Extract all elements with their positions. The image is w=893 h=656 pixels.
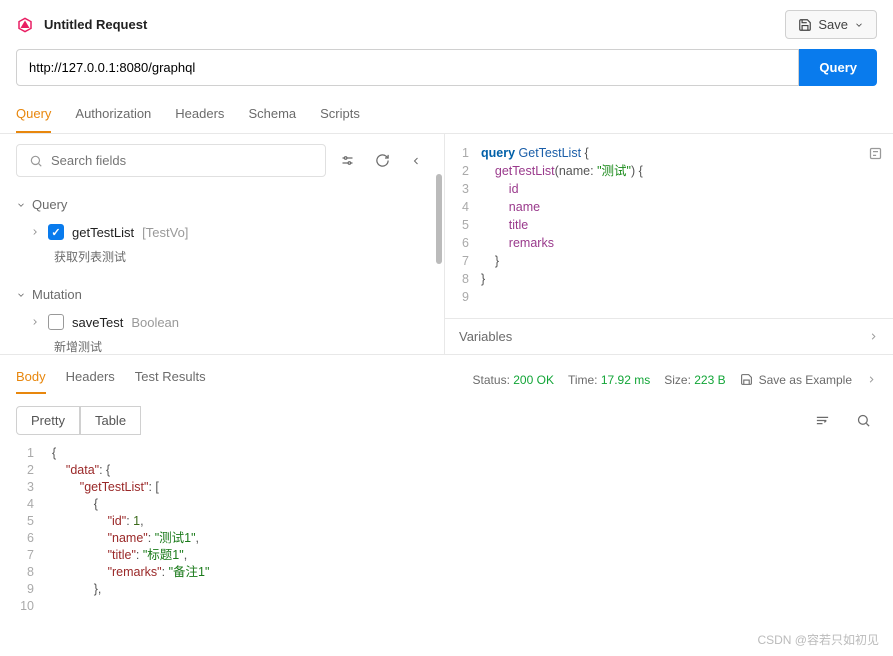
item-type: Boolean <box>131 315 179 330</box>
chevron-down-icon <box>16 200 26 210</box>
mutation-header[interactable]: Mutation <box>16 281 428 308</box>
schema-item-savetest[interactable]: saveTest Boolean <box>16 308 428 336</box>
save-example-label: Save as Example <box>759 373 852 387</box>
prettify-icon[interactable] <box>868 146 883 161</box>
save-button[interactable]: Save <box>785 10 877 39</box>
save-icon <box>798 18 812 32</box>
resp-line-gutter: 12345678910 <box>16 445 44 615</box>
size-value: 223 B <box>694 373 725 387</box>
header-bar: Untitled Request Save <box>0 0 893 49</box>
tab-authorization[interactable]: Authorization <box>75 98 151 133</box>
variables-bar[interactable]: Variables <box>445 318 893 354</box>
resp-tab-body[interactable]: Body <box>16 365 46 394</box>
view-tab-pretty[interactable]: Pretty <box>16 406 80 435</box>
resp-code-area[interactable]: { "data": { "getTestList": [ { "id": 1, … <box>44 445 877 615</box>
search-input[interactable] <box>51 153 313 168</box>
line-gutter: 123456789 <box>451 144 481 308</box>
url-row: Query <box>0 49 893 98</box>
item-name: saveTest <box>72 315 123 330</box>
filter-icon[interactable] <box>334 147 361 174</box>
send-query-button[interactable]: Query <box>799 49 877 86</box>
graphql-logo-icon <box>16 16 34 34</box>
checkbox-gettestlist[interactable] <box>48 224 64 240</box>
schema-item-gettestlist[interactable]: getTestList [TestVo] <box>16 218 428 246</box>
scrollbar[interactable] <box>436 174 442 264</box>
schema-panel: Query getTestList [TestVo] 获取列表测试 Mutati… <box>0 134 445 354</box>
resp-tab-testresults[interactable]: Test Results <box>135 365 206 394</box>
save-label: Save <box>818 17 848 32</box>
url-input[interactable] <box>16 49 799 86</box>
search-response-icon[interactable] <box>850 407 877 434</box>
mutation-section: Mutation saveTest Boolean 新增测试 <box>16 281 428 354</box>
chevron-down-icon <box>16 290 26 300</box>
refresh-icon[interactable] <box>369 147 396 174</box>
chevron-right-icon <box>868 331 879 342</box>
view-tabs: Pretty Table <box>0 398 893 443</box>
tab-schema[interactable]: Schema <box>248 98 296 133</box>
chevron-right-icon <box>30 227 40 237</box>
checkbox-savetest[interactable] <box>48 314 64 330</box>
time-value: 17.92 ms <box>601 373 650 387</box>
tab-scripts[interactable]: Scripts <box>320 98 360 133</box>
chevron-down-icon <box>854 20 864 30</box>
header-left: Untitled Request <box>16 16 147 34</box>
chevron-right-icon <box>866 374 877 385</box>
request-title: Untitled Request <box>44 17 147 32</box>
status-value: 200 OK <box>513 373 554 387</box>
chevron-right-icon <box>30 317 40 327</box>
item-name: getTestList <box>72 225 134 240</box>
item-desc: 获取列表测试 <box>16 246 428 267</box>
status-label: Status: 200 OK <box>473 373 554 387</box>
search-row <box>0 134 444 187</box>
tab-headers[interactable]: Headers <box>175 98 224 133</box>
resp-tab-headers[interactable]: Headers <box>66 365 115 394</box>
item-desc: 新增测试 <box>16 336 428 354</box>
view-right-tools <box>809 407 877 434</box>
query-label: Query <box>32 197 67 212</box>
view-tab-table[interactable]: Table <box>80 406 141 435</box>
request-tabs: Query Authorization Headers Schema Scrip… <box>0 98 893 134</box>
mutation-label: Mutation <box>32 287 82 302</box>
editor-panel: 123456789 query GetTestList { getTestLis… <box>445 134 893 354</box>
search-box[interactable] <box>16 144 326 177</box>
query-section: Query getTestList [TestVo] 获取列表测试 <box>16 191 428 267</box>
collapse-icon[interactable] <box>404 149 428 173</box>
response-tabs: Body Headers Test Results <box>16 365 206 394</box>
response-info: Status: 200 OK Time: 17.92 ms Size: 223 … <box>473 373 877 387</box>
response-editor[interactable]: 12345678910 { "data": { "getTestList": [… <box>0 443 893 617</box>
schema-tree: Query getTestList [TestVo] 获取列表测试 Mutati… <box>0 187 444 354</box>
wrap-icon[interactable] <box>809 407 836 434</box>
query-editor[interactable]: 123456789 query GetTestList { getTestLis… <box>445 134 893 318</box>
tab-query[interactable]: Query <box>16 98 51 133</box>
save-as-example-button[interactable]: Save as Example <box>740 373 852 387</box>
main-area: Query getTestList [TestVo] 获取列表测试 Mutati… <box>0 134 893 354</box>
size-label: Size: 223 B <box>664 373 725 387</box>
save-icon <box>740 373 753 386</box>
query-header[interactable]: Query <box>16 191 428 218</box>
item-type: [TestVo] <box>142 225 188 240</box>
search-icon <box>29 154 43 168</box>
variables-label: Variables <box>459 329 512 344</box>
watermark: CSDN @容若只如初见 <box>757 631 879 648</box>
code-area[interactable]: query GetTestList { getTestList(name: "测… <box>481 144 887 308</box>
response-bar: Body Headers Test Results Status: 200 OK… <box>0 354 893 398</box>
time-label: Time: 17.92 ms <box>568 373 650 387</box>
